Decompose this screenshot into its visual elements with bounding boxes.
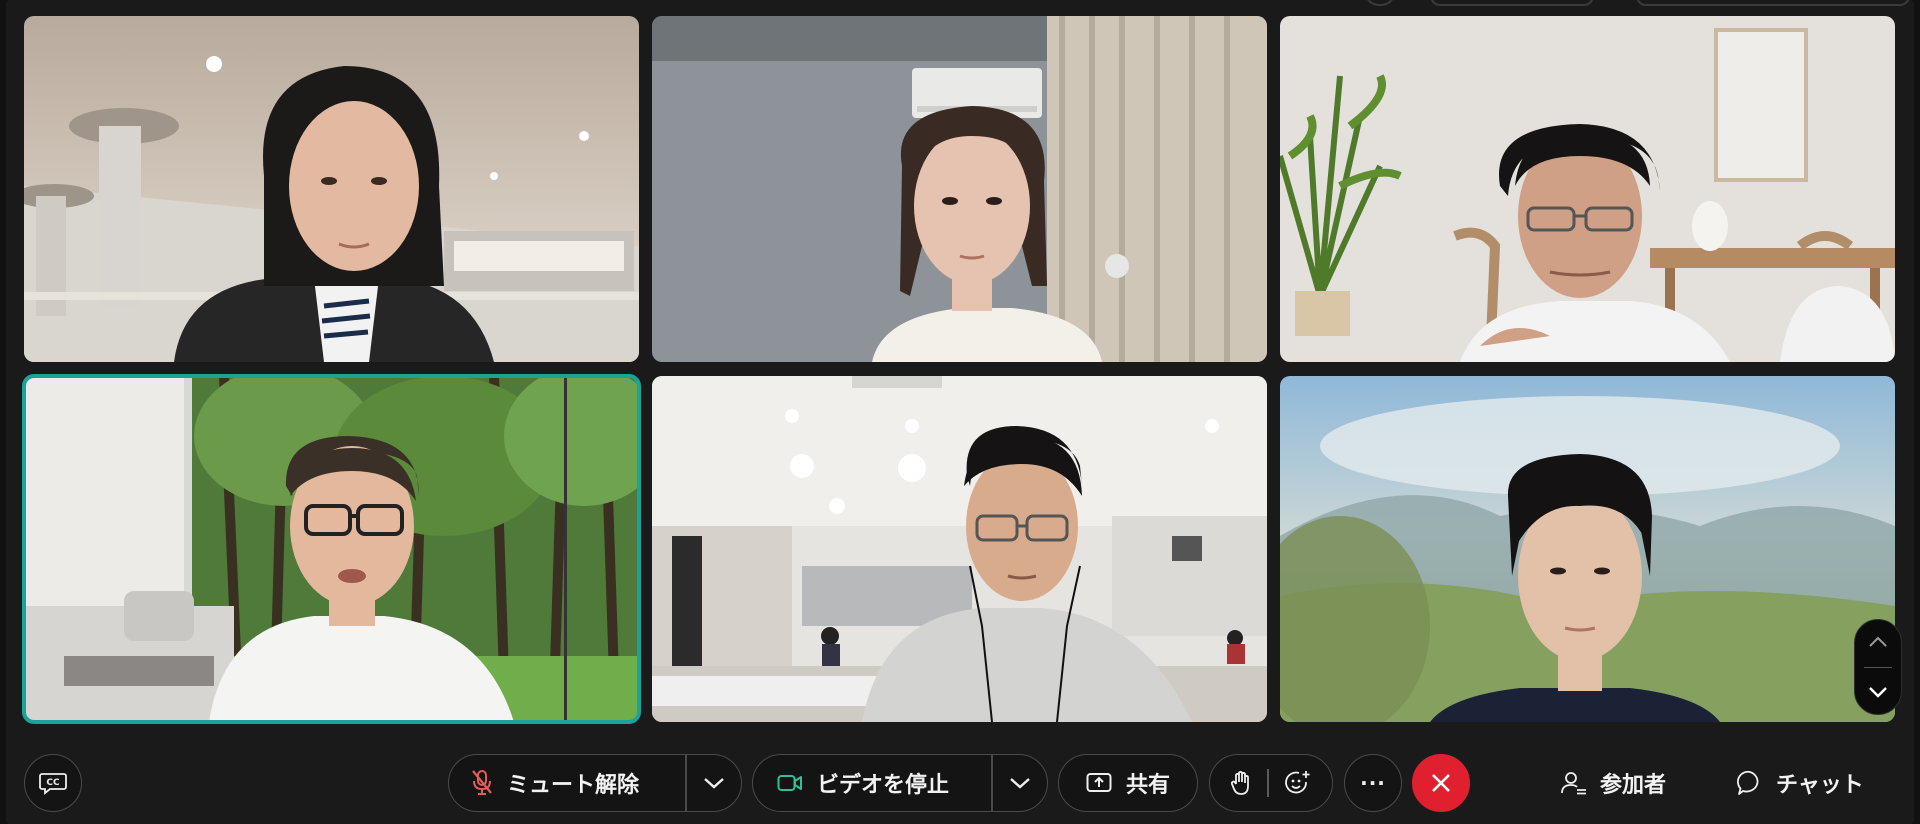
cc-icon: CC <box>38 771 68 795</box>
top-remnant-pill-1 <box>1430 0 1594 6</box>
share-label: 共有 <box>1125 773 1170 798</box>
participant-video-6 <box>1280 376 1895 722</box>
participants-icon <box>1560 769 1588 797</box>
stop-video-label: ビデオを停止 <box>817 773 950 798</box>
grid-page-up-button[interactable] <box>1863 630 1893 654</box>
emoji-add-icon <box>1284 769 1312 797</box>
reactions-group <box>1209 754 1333 812</box>
video-camera-icon <box>777 773 803 793</box>
unmute-label: ミュート解除 <box>507 773 640 798</box>
participant-video-2 <box>652 16 1267 362</box>
captions-button[interactable]: CC <box>24 754 82 812</box>
video-options-button[interactable] <box>993 755 1048 811</box>
video-tile-4-active-speaker[interactable] <box>22 374 641 724</box>
raise-hand-button[interactable] <box>1216 755 1256 811</box>
mute-control-group: ミュート解除 <box>448 754 742 812</box>
chevron-down-icon <box>703 776 725 790</box>
chat-icon <box>1736 769 1764 797</box>
video-grid <box>22 16 1904 724</box>
meeting-window: CC ミュート解除 ビデオを停止 共有 ··· 参加者 チャット <box>6 0 1914 824</box>
leave-meeting-button[interactable] <box>1412 754 1470 812</box>
chevron-down-icon <box>1868 686 1888 698</box>
grid-page-control <box>1854 619 1902 715</box>
share-button[interactable]: 共有 <box>1058 754 1198 812</box>
participants-button[interactable]: 参加者 <box>1560 754 1666 812</box>
chat-button[interactable]: チャット <box>1736 754 1864 812</box>
more-options-button[interactable]: ··· <box>1344 754 1402 812</box>
audio-options-button[interactable] <box>687 755 742 811</box>
meeting-control-bar: CC ミュート解除 ビデオを停止 共有 ··· 参加者 チャット <box>6 748 1914 818</box>
unmute-button[interactable]: ミュート解除 <box>449 755 685 811</box>
more-label: ··· <box>1360 771 1386 795</box>
reactions-separator <box>1267 769 1269 797</box>
video-tile-1[interactable] <box>24 16 639 362</box>
video-tile-3[interactable] <box>1280 16 1895 362</box>
chevron-down-icon <box>1009 776 1031 790</box>
participant-video-4 <box>24 376 639 722</box>
share-screen-icon <box>1086 772 1112 794</box>
video-control-group: ビデオを停止 <box>752 754 1048 812</box>
close-icon <box>1430 772 1452 794</box>
participant-video-3 <box>1280 16 1895 362</box>
top-remnant-circle <box>1366 0 1394 6</box>
participant-video-1 <box>24 16 639 362</box>
participant-video-5 <box>652 376 1267 722</box>
video-tile-5[interactable] <box>652 376 1267 722</box>
video-tile-2[interactable] <box>652 16 1267 362</box>
chevron-up-icon <box>1868 636 1888 648</box>
mic-off-icon <box>471 769 493 797</box>
top-remnant-pill-2 <box>1636 0 1910 6</box>
meeting-app: CC ミュート解除 ビデオを停止 共有 ··· 参加者 チャット <box>0 0 1920 824</box>
video-tile-6[interactable] <box>1280 376 1895 722</box>
participants-label: 参加者 <box>1600 773 1667 798</box>
chat-label: チャット <box>1776 773 1864 798</box>
stop-video-button[interactable]: ビデオを停止 <box>753 755 991 811</box>
grid-page-divider <box>1864 666 1892 668</box>
hand-icon <box>1230 770 1252 796</box>
reactions-button[interactable] <box>1280 755 1326 811</box>
grid-page-down-button[interactable] <box>1863 680 1893 704</box>
svg-text:CC: CC <box>46 778 60 788</box>
